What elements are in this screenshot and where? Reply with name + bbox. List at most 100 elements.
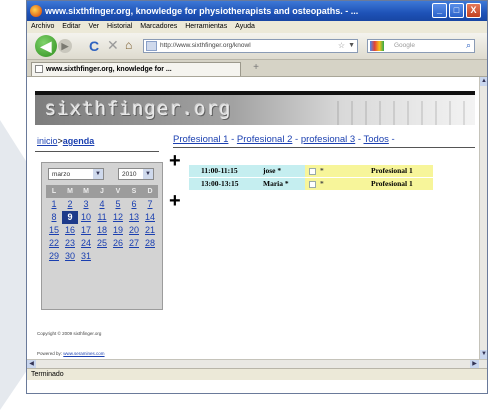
google-icon[interactable]	[370, 41, 384, 51]
calendar-day[interactable]: 7	[142, 198, 158, 211]
powered-link[interactable]: www.seramines.com	[63, 351, 104, 356]
appointment-status[interactable]: *	[305, 165, 341, 177]
professional-2-link[interactable]: Profesional 2	[237, 134, 292, 145]
calendar-day[interactable]: 9	[62, 211, 78, 224]
calendar-day[interactable]: 6	[126, 198, 142, 211]
maximize-button[interactable]: □	[449, 3, 464, 18]
reload-icon[interactable]: C	[89, 38, 99, 54]
professional-3-link[interactable]: profesional 3	[301, 134, 355, 145]
calendar-day[interactable]: 28	[142, 237, 158, 250]
breadcrumb-home-link[interactable]: inicio	[37, 136, 58, 146]
add-appointment-button-2[interactable]: +	[169, 191, 181, 211]
calendar-day[interactable]: 22	[46, 237, 62, 250]
horizontal-scrollbar[interactable]: ◀ ▶	[27, 359, 487, 368]
checkbox-icon[interactable]	[309, 180, 316, 188]
calendar-day[interactable]: 13	[126, 211, 142, 224]
appointment-time: 13:00-13:15	[189, 178, 261, 190]
all-professionals-link[interactable]: Todos	[364, 134, 389, 145]
calendar-week-row: 8 9 10 11 12 13 14	[46, 211, 160, 224]
calendar-day[interactable]: 26	[110, 237, 126, 250]
firefox-icon	[30, 5, 42, 17]
url-dropdown-icon[interactable]: ▼	[348, 40, 355, 52]
bookmark-star-icon[interactable]: ☆	[338, 40, 345, 52]
calendar-day[interactable]: 23	[62, 237, 78, 250]
calendar-day[interactable]: 1	[46, 198, 62, 211]
minimize-button[interactable]: _	[432, 3, 447, 18]
menu-ver[interactable]: Ver	[89, 23, 100, 30]
tab-sixthfinger[interactable]: www.sixthfinger.org, knowledge for ...	[31, 62, 241, 76]
menu-herramientas[interactable]: Herramientas	[185, 23, 227, 30]
year-select[interactable]: 2010 ▼	[118, 168, 154, 180]
vertical-scrollbar[interactable]: ▲ ▼	[479, 77, 487, 359]
calendar-day[interactable]: 24	[78, 237, 94, 250]
tab-bar: www.sixthfinger.org, knowledge for ... +	[27, 60, 487, 77]
search-bar[interactable]: Google ⌕	[367, 39, 475, 53]
calendar-day[interactable]: 5	[110, 198, 126, 211]
menu-archivo[interactable]: Archivo	[31, 23, 54, 30]
calendar-day[interactable]: 18	[94, 224, 110, 237]
calendar-day[interactable]: 19	[110, 224, 126, 237]
calendar-day[interactable]: 14	[142, 211, 158, 224]
calendar-week-row: 22 23 24 25 26 27 28	[46, 237, 160, 250]
mini-calendar: marzo ▼ 2010 ▼ L M M J V S D 1 2 3 4 5 6 7 8 9 10 11 12 13 1…	[41, 162, 163, 310]
site-favicon-icon	[146, 41, 157, 51]
stop-icon[interactable]: ✕	[107, 37, 119, 54]
powered-by: Powered by: www.seramines.com	[37, 351, 105, 356]
calendar-day[interactable]: 2	[62, 198, 78, 211]
calendar-day[interactable]: 27	[126, 237, 142, 250]
month-value: marzo	[52, 171, 71, 178]
menu-marcadores[interactable]: Marcadores	[140, 23, 177, 30]
home-icon[interactable]: ⌂	[125, 38, 132, 52]
scroll-up-icon[interactable]: ▲	[480, 77, 487, 86]
calendar-week-row: 1234567	[46, 198, 160, 211]
calendar-day[interactable]: 10	[78, 211, 94, 224]
calendar-day[interactable]: 11	[94, 211, 110, 224]
month-select[interactable]: marzo ▼	[48, 168, 104, 180]
appointment-time: 11:00-11:15	[189, 165, 261, 177]
calendar-day[interactable]: 4	[94, 198, 110, 211]
back-button[interactable]: ◀	[35, 35, 57, 57]
professional-1-link[interactable]: Profesional 1	[173, 134, 228, 145]
menu-historial[interactable]: Historial	[107, 23, 132, 30]
appointment-status[interactable]: *	[305, 178, 341, 190]
add-appointment-button[interactable]: +	[169, 151, 181, 171]
appointment-flag: *	[320, 166, 324, 175]
calendar-day[interactable]: 21	[142, 224, 158, 237]
appointment-patient[interactable]: Maria *	[261, 178, 305, 190]
new-tab-button[interactable]: +	[249, 62, 263, 74]
page-content: sixthfinger.org inicio>agenda Profesiona…	[27, 77, 479, 359]
search-icon[interactable]: ⌕	[466, 39, 471, 51]
copyright-text: Copyright © 2009 sixthfinger.org	[37, 331, 102, 336]
breadcrumb-current-link[interactable]: agenda	[63, 136, 95, 146]
calendar-empty-cell	[94, 250, 110, 263]
weekday-label: V	[110, 185, 126, 198]
weekday-label: S	[126, 185, 142, 198]
calendar-day[interactable]: 15	[46, 224, 62, 237]
calendar-day[interactable]: 20	[126, 224, 142, 237]
menu-editar[interactable]: Editar	[62, 23, 80, 30]
forward-button[interactable]: ▶	[58, 39, 72, 53]
checkbox-icon[interactable]	[309, 167, 316, 175]
scroll-down-icon[interactable]: ▼	[480, 350, 487, 359]
url-bar[interactable]: http://www.sixthfinger.org/knowl ☆ ▼	[143, 39, 358, 53]
calendar-day[interactable]: 3	[78, 198, 94, 211]
calendar-day[interactable]: 30	[62, 250, 78, 263]
scroll-right-icon[interactable]: ▶	[470, 360, 479, 368]
close-button[interactable]: X	[466, 3, 481, 18]
calendar-week-row: 29 30 31	[46, 250, 160, 263]
calendar-day[interactable]: 8	[46, 211, 62, 224]
breadcrumb: inicio>agenda	[37, 136, 94, 146]
appointment-flag: *	[320, 179, 324, 188]
calendar-day[interactable]: 17	[78, 224, 94, 237]
calendar-day[interactable]: 29	[46, 250, 62, 263]
scroll-left-icon[interactable]: ◀	[27, 360, 36, 368]
title-bar: www.sixthfinger.org, knowledge for physi…	[27, 1, 487, 21]
calendar-day[interactable]: 12	[110, 211, 126, 224]
weekday-label: L	[46, 185, 62, 198]
calendar-day[interactable]: 31	[78, 250, 94, 263]
menu-ayuda[interactable]: Ayuda	[235, 23, 255, 30]
appointment-patient[interactable]: jose *	[261, 165, 305, 177]
calendar-day[interactable]: 16	[62, 224, 78, 237]
menu-bar: Archivo Editar Ver Historial Marcadores …	[27, 21, 487, 33]
calendar-day[interactable]: 25	[94, 237, 110, 250]
